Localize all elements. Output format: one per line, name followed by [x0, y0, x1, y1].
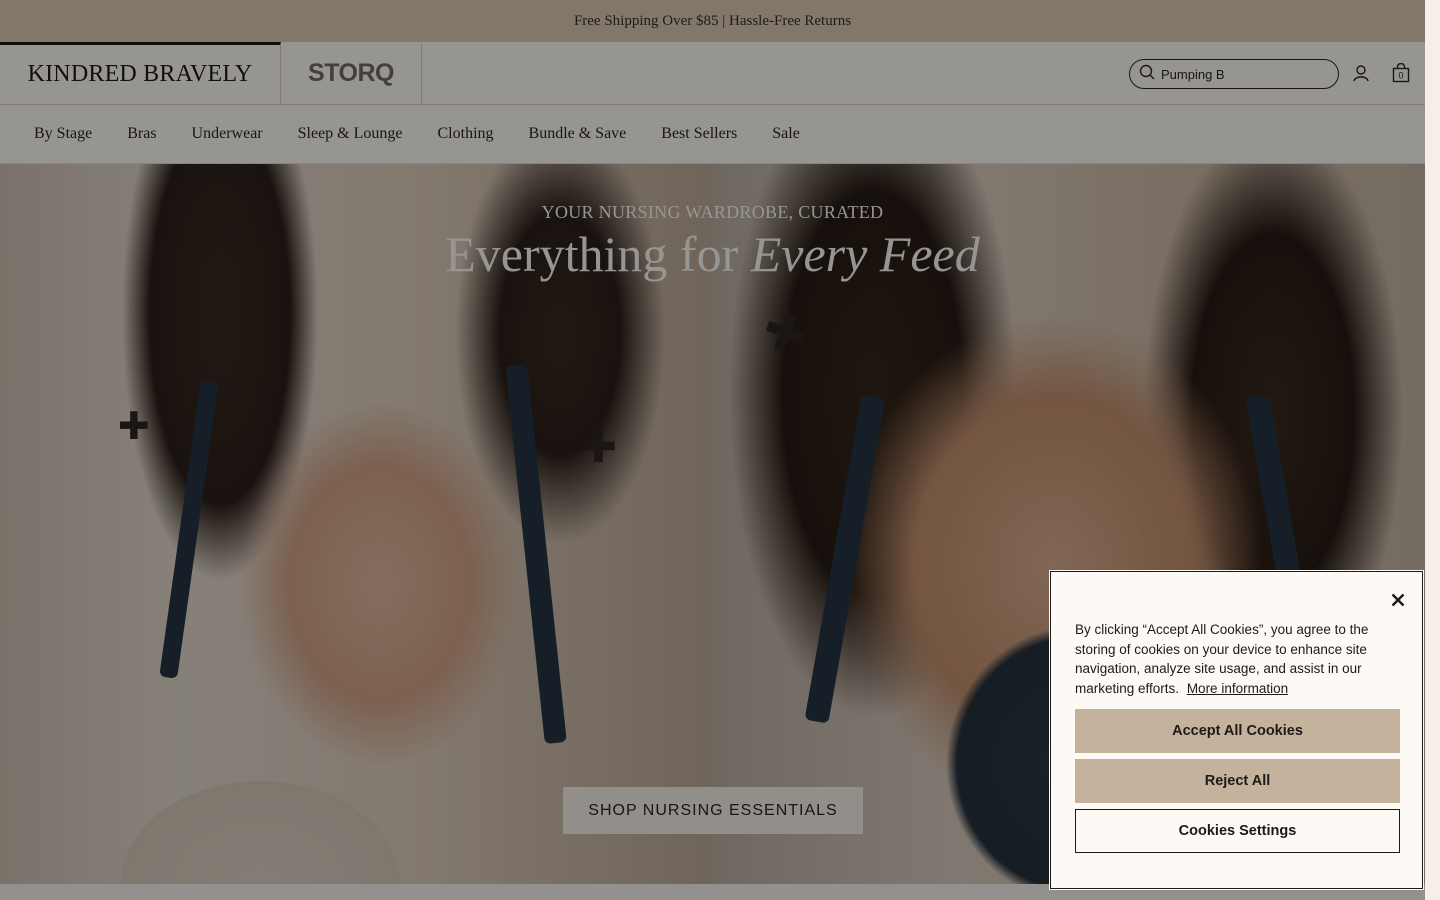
cookie-description: By clicking “Accept All Cookies”, you ag…: [1075, 620, 1398, 698]
cookie-consent-banner: By clicking “Accept All Cookies”, you ag…: [1050, 571, 1423, 889]
reject-all-button[interactable]: Reject All: [1075, 759, 1400, 803]
cookies-settings-button[interactable]: Cookies Settings: [1075, 809, 1400, 853]
scrollbar[interactable]: [1425, 0, 1440, 900]
accept-all-cookies-button[interactable]: Accept All Cookies: [1075, 709, 1400, 753]
close-icon[interactable]: [1388, 590, 1408, 610]
more-information-link[interactable]: More information: [1187, 681, 1288, 696]
